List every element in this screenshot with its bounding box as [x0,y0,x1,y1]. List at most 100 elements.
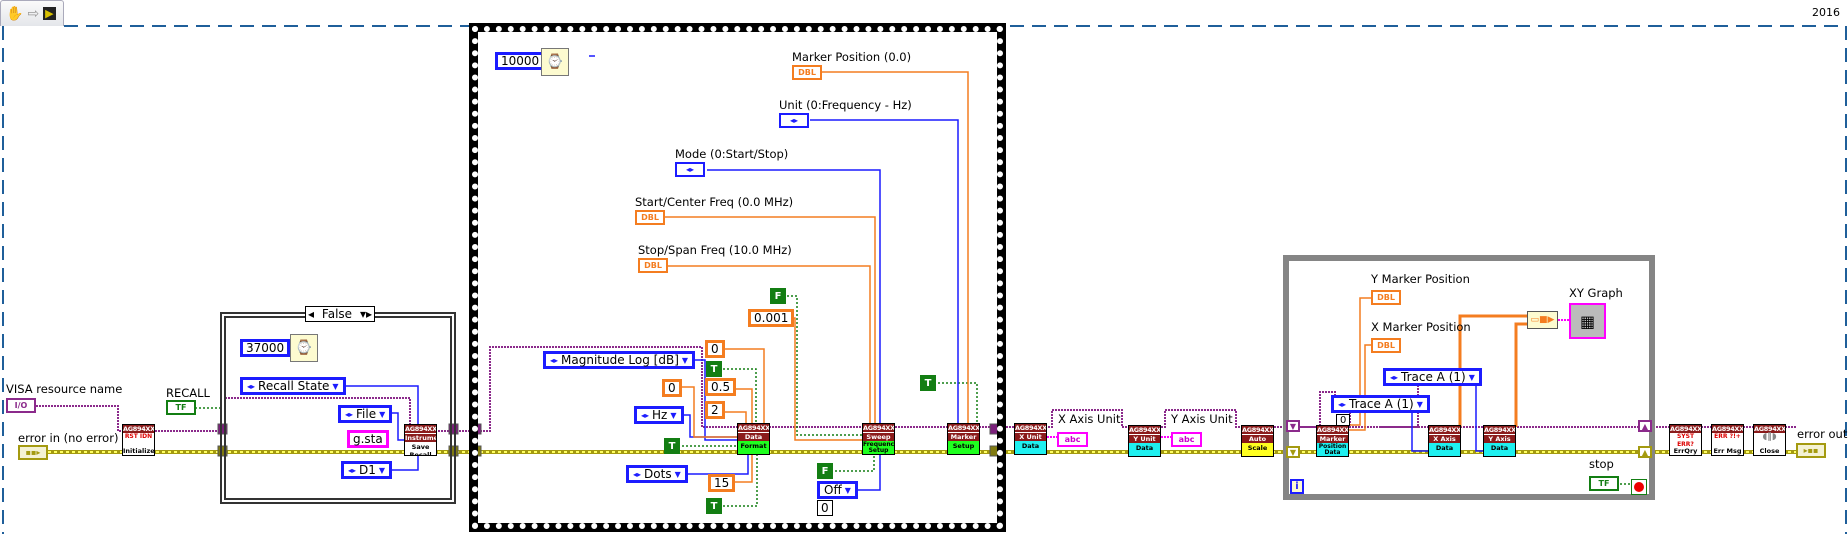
node-label: Save Recall [409,443,432,456]
start-freq-label: Start/Center Freq (0.0 MHz) [635,195,794,209]
file-enum[interactable]: ◂▸ File ▼ [338,405,393,423]
numeric-constant-0b[interactable]: 0 [662,379,682,397]
arrow-icon[interactable]: ⇨ [27,6,39,22]
start-freq-control[interactable]: DBL [635,210,665,225]
xy-graph-indicator-icon: ▦ [1569,303,1606,339]
numeric-constant-05[interactable]: 0.5 [705,378,737,396]
node-label: Data [1484,443,1515,456]
visa-resource-control[interactable]: I/O [6,398,36,413]
node-header: AG894XX [405,425,437,433]
numeric-constant-0[interactable]: 0 [705,340,725,358]
marker-setup-node[interactable]: AG894XX Marker Setup [947,423,980,455]
mode-control[interactable]: ◂▸ [675,162,705,177]
node-category: Y Unit [1129,435,1160,443]
dots-enum[interactable]: ◂▸ Dots ▼ [626,465,688,483]
marker-position-control[interactable]: DBL [792,65,822,80]
numeric-constant-0c[interactable]: 0 [817,500,833,516]
auto-scale-node[interactable]: AG894XX Auto Scale [1241,425,1274,457]
node-header: AG894XX [863,424,895,432]
close-node[interactable]: AG894XX ◖‖◗ Close [1753,424,1786,456]
node-label: Data [1429,443,1460,456]
trace-enum-lower[interactable]: ◂▸ Trace A (1) ▼ [1331,395,1430,413]
true-constant-3[interactable]: T [706,498,722,514]
y-marker-indicator: DBL [1371,290,1401,305]
false-constant-2[interactable]: F [817,463,833,479]
wait-ms-constant-2[interactable]: 10000 [495,52,546,70]
wait-icon: ⌚ [290,334,318,362]
run-vi-icon[interactable]: ▶ [43,7,56,20]
sweep-frequency-setup-node[interactable]: AG894XX Sweep Frequency Setup [862,423,895,455]
node-header: AG894XX [1670,425,1702,433]
hz-enum[interactable]: ◂▸ Hz ▼ [634,406,684,424]
trace-enum-upper[interactable]: ◂▸ Trace A (1) ▼ [1383,368,1482,386]
shift-register-right-error: ▲ [1638,446,1652,458]
true-constant-4[interactable]: T [920,375,936,391]
magnitude-log-enum[interactable]: ◂▸ Magnitude Log [dB] ▼ [543,351,696,369]
shift-register-left-visa: ▼ [1286,420,1300,432]
node-category: Auto [1242,435,1273,443]
x-axis-data-node[interactable]: AG894XX X Axis Data [1428,425,1461,457]
error-in-control[interactable]: ▪▪▸ [18,445,48,460]
node-category: X Axis [1429,435,1460,443]
hand-icon[interactable]: ✋ [6,6,23,22]
stop-freq-label: Stop/Span Freq (10.0 MHz) [638,243,792,257]
true-constant-2[interactable]: T [664,438,680,454]
version-label: 2016 [1812,6,1840,19]
prev-case-icon[interactable]: ◂ [308,307,314,321]
shift-register-right-visa: ▲ [1638,420,1652,432]
error-query-node[interactable]: AG894XX SYST ERR? ErrQry [1669,424,1702,456]
numeric-constant-2[interactable]: 2 [705,401,725,419]
x-marker-indicator: DBL [1371,338,1401,353]
case-selector-value: False [321,307,353,321]
x-axis-unit-indicator: abc [1057,432,1088,447]
node-header: AG894XX [1317,426,1349,434]
y-unit-data-node[interactable]: AG894XX Y Unit Data [1128,425,1161,457]
initialize-node[interactable]: AG894XX RST IDN Initialize [122,424,155,456]
error-in-label: error in (no error) [18,431,119,445]
stop-label: stop [1589,457,1614,471]
node-category: Marker [948,433,979,441]
case-selector[interactable]: ◂ False ▾▸ [305,306,375,322]
stop-condition-icon [1631,479,1647,495]
next-case-icon[interactable]: ▾▸ [360,307,372,321]
numeric-constant-0001[interactable]: 0.001 [748,309,795,327]
node-label: Data [1015,441,1046,454]
x-unit-data-node[interactable]: AG894XX X Unit Data [1014,423,1047,455]
data-format-node[interactable]: AG894XX Data Format [737,423,770,455]
numeric-constant-15[interactable]: 15 [708,474,736,492]
toolbar: ✋ ⇨ ▶ [0,0,64,26]
marker-position-label: Marker Position (0.0) [792,50,912,64]
unit-control[interactable]: ◂▸ [779,113,809,128]
node-label: Err Msg [1713,447,1742,455]
node-label: Frequency Setup [863,441,895,454]
wait-icon-2: ⌚ [541,48,569,76]
stop-control[interactable]: TF [1589,476,1619,491]
recall-state-enum[interactable]: ◂▸ Recall State ▼ [240,377,346,395]
node-label: Initialize [123,447,155,455]
node-header: AG894XX [123,425,155,433]
off-enum[interactable]: Off ▼ [817,481,858,499]
node-label: Scale [1242,443,1273,456]
d1-enum[interactable]: ◂▸ D1 ▼ [341,461,393,479]
disconnect-icon: ◖‖◗ [1762,432,1777,442]
save-recall-node[interactable]: AG894XX Instrument Save Recall [404,424,437,456]
stop-freq-control[interactable]: DBL [638,258,668,273]
recall-label: RECALL [166,386,210,400]
wait-ms-constant[interactable]: 37000 [240,339,291,357]
node-header: AG894XX [1129,426,1161,434]
y-axis-data-node[interactable]: AG894XX Y Axis Data [1483,425,1516,457]
node-header: AG894XX [1242,426,1274,434]
mode-label: Mode (0:Start/Stop) [675,147,789,161]
true-constant[interactable]: T [706,361,722,377]
marker-position-data-node[interactable]: AG894XX Marker Position Data [1316,425,1349,457]
recall-control[interactable]: TF [166,400,196,415]
node-header: AG894XX [1015,424,1047,432]
node-header: AG894XX [948,424,980,432]
false-constant[interactable]: F [770,288,786,304]
filename-constant[interactable]: g.sta [347,430,389,448]
error-out-indicator: ▸▪▪ [1796,443,1826,458]
node-header: AG894XX [738,424,770,432]
bundle-node-icon[interactable]: ▭■▶ [1527,311,1558,329]
error-message-node[interactable]: AG894XX ERR ?!+ Err Msg [1711,424,1744,456]
node-label: Setup [948,441,979,454]
